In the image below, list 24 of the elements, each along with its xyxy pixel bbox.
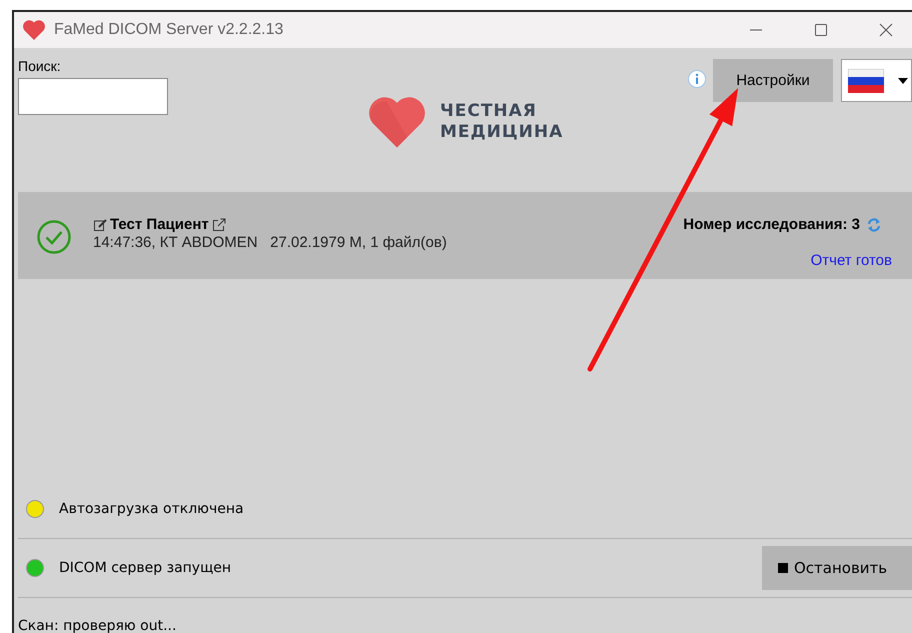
stop-button[interactable]: Остановить [762, 546, 912, 590]
status-text: DICOM сервер запущен [59, 560, 232, 576]
maximize-icon[interactable] [813, 22, 829, 38]
study-number: Номер исследования: 3 [683, 216, 860, 233]
study-row[interactable]: Тест Пациент 14:47:36, КТ ABDOMEN 27.02.1979 М, 1 файл(ов) Номер исследования: 3 Отчет готов [18, 192, 912, 279]
edit-icon[interactable] [93, 218, 107, 232]
close-icon[interactable] [878, 22, 894, 38]
info-icon[interactable] [687, 69, 707, 89]
settings-button[interactable]: Настройки [713, 59, 833, 102]
logo-text: МЕДИЦИНА [440, 122, 564, 143]
heart-icon [22, 19, 46, 41]
window-title: FaMed DICOM Server v2.2.2.13 [54, 21, 284, 39]
report-link[interactable]: Отчет готов [810, 252, 892, 269]
caret-icon [898, 78, 908, 84]
status-text: Автозагрузка отключена [59, 501, 244, 517]
patient-name: Тест Пациент [110, 216, 209, 233]
study-details: 14:47:36, КТ ABDOMEN 27.02.1979 М, 1 файл(ов) [93, 234, 447, 251]
logo-text: ЧЕСТНАЯ [440, 101, 538, 122]
search-label: Поиск: [18, 58, 62, 76]
flag-icon [848, 68, 884, 92]
language-dropdown[interactable] [841, 59, 912, 102]
status-bar-text: Скан: проверяю out... [18, 617, 178, 633]
search-field[interactable] [18, 78, 168, 115]
external-link-icon[interactable] [212, 218, 226, 232]
